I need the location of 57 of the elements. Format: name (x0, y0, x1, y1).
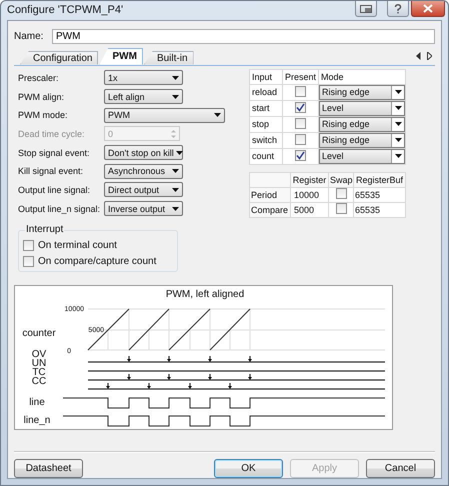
dropdown[interactable]: 1x (104, 70, 183, 86)
column-header: Mode (318, 69, 406, 84)
table-cell[interactable]: 10000 (290, 187, 328, 202)
dialog-button[interactable]: Datasheet (14, 459, 83, 478)
tab[interactable]: PWM (99, 48, 143, 64)
table-cell[interactable]: 65535 (354, 202, 406, 217)
setting-label: Dead time cycle: (18, 128, 86, 139)
field-label: Name: (14, 30, 44, 42)
checkbox-label: On terminal count (38, 240, 117, 250)
table-cell: Compare (250, 202, 290, 217)
axis-label: counter (22, 328, 56, 339)
dropdown[interactable]: Rising edge (319, 116, 405, 132)
dropdown[interactable]: Level (319, 148, 405, 164)
dialog-button[interactable]: OK (214, 459, 283, 478)
dropdown[interactable]: Direct output (104, 182, 183, 198)
signal-label: TC (32, 367, 46, 378)
setting-label: Output line_n signal: (18, 204, 102, 214)
dropdown[interactable]: Don't stop on kill (104, 145, 183, 160)
setting-label: Kill signal event: (18, 166, 84, 176)
signal-label: line_n (24, 415, 50, 426)
setting-label: Stop signal event: (18, 148, 91, 158)
signal-label: UN (32, 358, 46, 369)
column-header: Register (290, 172, 328, 187)
table-cell: reload (250, 84, 282, 100)
column-header: Present (282, 69, 318, 84)
table-cell: count (250, 148, 282, 164)
diagram-title: PWM, left aligned (166, 289, 244, 300)
dropdown[interactable]: Asynchronous (104, 164, 183, 179)
tab[interactable]: Configuration (20, 50, 98, 64)
tab[interactable]: Built-in (144, 50, 194, 64)
table-cell: switch (250, 132, 282, 148)
signal-label: line (29, 397, 45, 408)
setting-label: Prescaler: (18, 72, 60, 83)
table-cell[interactable]: 5000 (290, 202, 328, 217)
checkbox-label: On compare/capture count (38, 256, 156, 266)
setting-label: PWM align: (18, 92, 66, 102)
column-header: Swap (328, 172, 354, 187)
column-header: RegisterBuf (354, 172, 406, 187)
table-cell: Period (250, 187, 290, 202)
dropdown[interactable]: Left align (104, 89, 183, 104)
setting-label: PWM mode: (18, 110, 69, 120)
dropdown[interactable]: PWM (104, 108, 225, 123)
dropdown[interactable]: Rising edge (319, 84, 405, 100)
dialog-button[interactable]: Cancel (366, 459, 435, 478)
group-title: Interrupt (25, 224, 64, 235)
table-cell: start (250, 100, 282, 116)
column-header: Input (250, 69, 282, 84)
dropdown[interactable]: Inverse output (104, 201, 183, 216)
name-field[interactable]: PWM (52, 28, 435, 44)
table-cell: stop (250, 116, 282, 132)
table-cell[interactable]: 65535 (354, 187, 406, 202)
dropdown[interactable]: Level (319, 100, 405, 116)
signal-label: OV (32, 349, 46, 360)
window-title: Configure 'TCPWM_P4' (7, 4, 124, 16)
signal-label: CC (32, 376, 46, 387)
setting-label: Output line signal: (18, 184, 92, 195)
dropdown[interactable]: Rising edge (319, 132, 405, 148)
